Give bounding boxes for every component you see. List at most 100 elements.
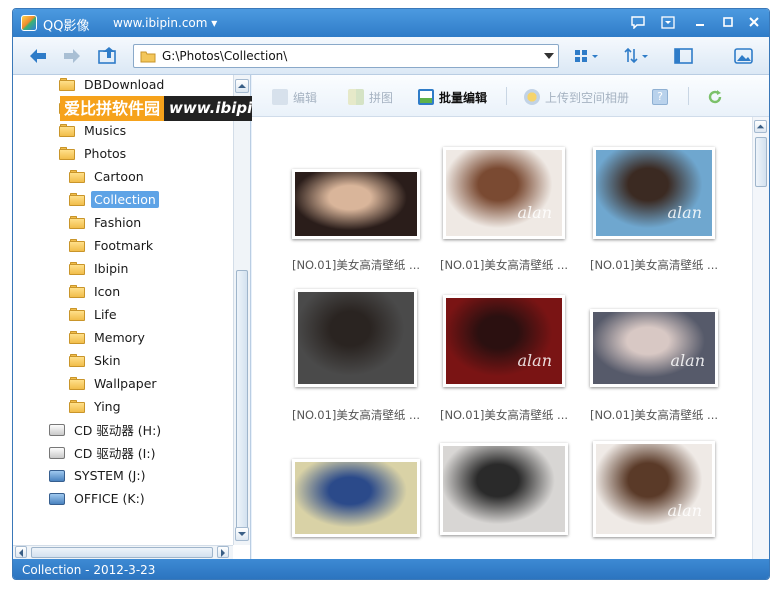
status-text: Collection - 2012-3-23 xyxy=(22,563,156,577)
tree-item-footmark[interactable]: Footmark xyxy=(69,234,156,256)
photo-thumbnail[interactable]: [NO.01]美女高清壁纸 ... xyxy=(282,431,430,579)
tree-item-label: CD 驱动器 (I:) xyxy=(74,445,156,461)
batch-edit-icon xyxy=(418,89,434,105)
tree-item-label: OFFICE (K:) xyxy=(74,490,145,506)
hard-drive-icon xyxy=(49,492,65,505)
site-link-dropdown[interactable]: www.ibipin.com ▾ xyxy=(113,16,217,30)
panel-toggle-icon[interactable] xyxy=(673,45,695,67)
upload-album-button[interactable]: 上传到空间相册 xyxy=(524,87,629,107)
help-icon: ? xyxy=(652,89,668,105)
tree-item-musics[interactable]: Musics xyxy=(59,119,129,141)
batch-edit-label: 批量编辑 xyxy=(439,90,488,105)
tree-item-skin[interactable]: Skin xyxy=(69,349,124,371)
folder-icon xyxy=(59,146,75,160)
photo-thumbnail[interactable]: [NO.01]美女高清壁纸 ... xyxy=(282,131,430,281)
tree-item-life[interactable]: Life xyxy=(69,303,120,325)
tree-item-cartoon[interactable]: Cartoon xyxy=(69,165,147,187)
menu-icon[interactable] xyxy=(655,13,681,33)
photo-caption: [NO.01]美女高清壁纸 ... xyxy=(291,408,421,422)
tree-vertical-scrollbar[interactable] xyxy=(233,75,250,545)
photo-image: alan xyxy=(593,147,715,239)
folder-icon xyxy=(69,376,85,390)
address-bar[interactable]: G:\Photos\Collection\ xyxy=(133,44,559,68)
minimize-icon[interactable] xyxy=(687,13,713,33)
feedback-icon[interactable] xyxy=(625,13,651,33)
tree-item-office-k[interactable]: OFFICE (K:) xyxy=(49,487,148,509)
scroll-up-icon[interactable] xyxy=(235,79,249,93)
tree-item-wallpaper[interactable]: Wallpaper xyxy=(69,372,160,394)
upload-star-icon xyxy=(524,89,540,105)
grid-vertical-scrollbar[interactable] xyxy=(752,117,769,559)
photo-thumbnail[interactable]: [NO.01]美女高清壁纸 ... xyxy=(282,281,430,431)
photo-thumbnail[interactable]: [NO.01]美女高清壁纸 ... xyxy=(430,431,578,579)
photo-thumbnail[interactable]: alan[NO.01]美女高清壁纸 ... xyxy=(430,131,578,281)
up-folder-icon[interactable] xyxy=(97,45,121,67)
tree-item-cd-h[interactable]: CD 驱动器 (H:) xyxy=(49,418,164,440)
photo-thumbnail[interactable]: alan [NO.01]美女高清壁纸 ... xyxy=(580,281,728,431)
toolbar-divider xyxy=(688,87,689,105)
cd-drive-icon xyxy=(49,446,65,459)
tree-item-label: Collection xyxy=(91,190,159,208)
tree-item-collection[interactable]: Collection xyxy=(69,188,159,210)
refresh-button[interactable] xyxy=(706,87,724,107)
scroll-down-icon[interactable] xyxy=(235,527,249,541)
sort-icon[interactable] xyxy=(623,45,651,67)
photo-toolbar: 编辑 拼图 批量编辑 上传到空间相册 ? xyxy=(252,75,769,117)
scroll-right-icon[interactable] xyxy=(217,546,229,558)
edit-button[interactable]: 编辑 xyxy=(272,87,317,107)
status-bar: Collection - 2012-3-23 xyxy=(13,559,769,579)
tree-horizontal-scrollbar[interactable] xyxy=(13,545,233,559)
tree-item-ibipin[interactable]: Ibipin xyxy=(69,257,131,279)
photo-caption: [NO.01]美女高清壁纸 ... xyxy=(589,258,719,272)
tree-item-ying[interactable]: Ying xyxy=(69,395,124,417)
scroll-left-icon[interactable] xyxy=(15,546,27,558)
grid-scroll-up-icon[interactable] xyxy=(754,120,767,133)
photo-thumbnail[interactable]: alan [NO.01]美女高清壁纸 ... xyxy=(430,281,578,431)
forward-arrow-icon[interactable] xyxy=(61,45,85,67)
photo-browser: 编辑 拼图 批量编辑 上传到空间相册 ? [NO.01]美女高清壁纸 ... a… xyxy=(252,75,769,572)
tree-item-photos[interactable]: Photos xyxy=(59,142,129,164)
photo-caption: [NO.01]美女高清壁纸 ... xyxy=(439,408,569,422)
tree-item-fashion[interactable]: Fashion xyxy=(69,211,144,233)
app-window: QQ影像 www.ibipin.com ▾ G:\Photos\Collecti… xyxy=(12,8,770,580)
upload-label: 上传到空间相册 xyxy=(545,90,630,105)
tree-item-dbdownload[interactable]: DBDownload xyxy=(59,73,167,95)
maximize-icon[interactable] xyxy=(715,13,741,33)
tree-item-cd-i[interactable]: CD 驱动器 (I:) xyxy=(49,441,158,463)
collage-button[interactable]: 拼图 xyxy=(348,87,393,107)
folder-icon xyxy=(69,284,85,298)
title-bar[interactable]: QQ影像 www.ibipin.com ▾ xyxy=(13,9,769,37)
tree-item-label: CD 驱动器 (H:) xyxy=(74,422,162,438)
collage-label: 拼图 xyxy=(369,90,394,105)
back-arrow-icon[interactable] xyxy=(27,45,51,67)
address-dropdown-icon[interactable] xyxy=(544,53,554,59)
photo-image: alan xyxy=(590,309,718,387)
album-icon[interactable] xyxy=(733,45,755,67)
photo-caption: [NO.01]美女高清壁纸 ... xyxy=(589,408,719,422)
close-icon[interactable] xyxy=(741,13,767,33)
view-mode-icon[interactable] xyxy=(573,45,601,67)
batch-edit-button[interactable]: 批量编辑 xyxy=(418,87,487,107)
tree-hscroll-thumb[interactable] xyxy=(31,547,213,558)
photo-caption: [NO.01]美女高清壁纸 ... xyxy=(291,258,421,272)
tree-item-label: Memory xyxy=(94,329,145,345)
tree-item-system-j[interactable]: SYSTEM (J:) xyxy=(49,464,148,486)
photo-signature: alan xyxy=(670,351,706,370)
photo-thumbnail[interactable]: alan[NO.01]美女高清壁纸 ... xyxy=(580,431,728,579)
folder-icon xyxy=(59,77,75,91)
grid-scroll-thumb[interactable] xyxy=(755,137,767,187)
folder-icon xyxy=(69,169,85,183)
tree-scroll-thumb[interactable] xyxy=(236,270,248,532)
folder-icon xyxy=(59,123,75,137)
photo-image: alan xyxy=(443,295,565,387)
tree-item-label: Wallpaper xyxy=(94,375,157,391)
tree-item-label: Footmark xyxy=(94,237,154,253)
hard-drive-icon xyxy=(49,469,65,482)
photo-signature: alan xyxy=(517,203,553,222)
photo-thumbnail[interactable]: alan [NO.01]美女高清壁纸 ... xyxy=(580,131,728,281)
tree-item-memory[interactable]: Memory xyxy=(69,326,148,348)
tree-item-icon[interactable]: Icon xyxy=(69,280,123,302)
cd-drive-icon xyxy=(49,423,65,436)
help-button[interactable]: ? xyxy=(652,87,673,107)
tree-item-label: Fashion xyxy=(94,214,142,230)
